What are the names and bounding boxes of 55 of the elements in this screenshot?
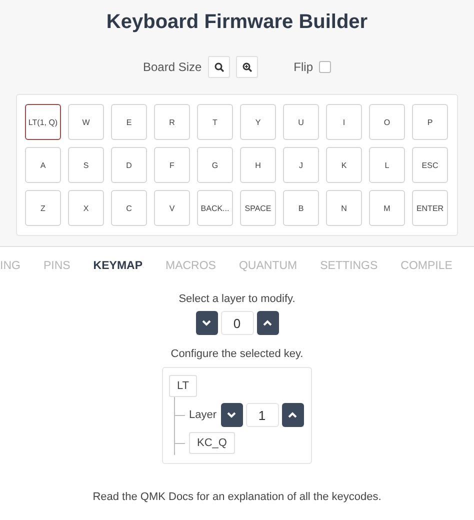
keycode-node[interactable]: KC_Q (189, 432, 235, 454)
chevron-down-icon (227, 412, 236, 418)
decrement-button[interactable] (220, 403, 243, 427)
key-button[interactable]: M (369, 190, 405, 226)
key-button[interactable]: F (154, 147, 190, 183)
app-title: Keyboard Firmware Builder (105, 10, 369, 34)
key-button[interactable]: L (369, 147, 405, 183)
key-button[interactable]: D (111, 147, 147, 183)
key-button[interactable]: SPACE (240, 190, 276, 226)
key-button[interactable]: Z (25, 190, 61, 226)
chevron-up-icon (263, 320, 272, 326)
nav-tab[interactable]: KEYMAP (93, 260, 142, 284)
key-button[interactable]: ESC (412, 147, 448, 183)
key-button[interactable]: B (283, 190, 319, 226)
decrement-button[interactable] (196, 311, 218, 335)
key-button[interactable]: X (68, 190, 104, 226)
key-button[interactable]: R (154, 104, 190, 140)
key-button[interactable]: J (283, 147, 319, 183)
key-prompt: Configure the selected key. (170, 348, 304, 360)
key-button[interactable]: I (326, 104, 362, 140)
key-button[interactable]: K (326, 147, 362, 183)
key-button[interactable]: E (111, 104, 147, 140)
number-field[interactable]: 1 (246, 403, 279, 427)
keycode-node[interactable]: LT (169, 375, 198, 397)
key-button[interactable]: A (25, 147, 61, 183)
board-size-label: Board Size (142, 60, 202, 74)
key-button[interactable]: N (326, 190, 362, 226)
key-button[interactable]: V (154, 190, 190, 226)
key-button[interactable]: LT(1, Q) (25, 104, 61, 140)
increment-button[interactable] (282, 403, 304, 427)
zoom-in-icon (242, 62, 252, 72)
zoom-out-button[interactable] (208, 56, 230, 78)
key-button[interactable]: Y (240, 104, 276, 140)
key-button[interactable]: T (197, 104, 233, 140)
key-button[interactable]: H (240, 147, 276, 183)
key-button[interactable]: S (68, 147, 104, 183)
number-field[interactable]: 0 (220, 311, 254, 335)
zoom-in-button[interactable] (236, 56, 258, 78)
key-button[interactable]: O (369, 104, 405, 140)
increment-button[interactable] (256, 311, 278, 335)
flip-checkbox[interactable] (319, 61, 332, 73)
key-button[interactable]: G (197, 147, 233, 183)
magnifier-icon (214, 62, 224, 72)
docs-note: Read the QMK Docs for an explanation of all the keycodes. (92, 491, 382, 503)
key-button[interactable]: BACK... (197, 190, 233, 226)
key-button[interactable]: W (68, 104, 104, 140)
key-button[interactable]: ENTER (412, 190, 448, 226)
key-button[interactable]: P (412, 104, 448, 140)
chevron-down-icon (202, 320, 211, 326)
key-button[interactable]: U (283, 104, 319, 140)
layer-label: Layer (189, 409, 217, 421)
key-button[interactable]: C (111, 190, 147, 226)
flip-label: Flip (294, 60, 314, 74)
layer-prompt: Select a layer to modify. (178, 293, 296, 305)
chevron-up-icon (288, 412, 298, 418)
